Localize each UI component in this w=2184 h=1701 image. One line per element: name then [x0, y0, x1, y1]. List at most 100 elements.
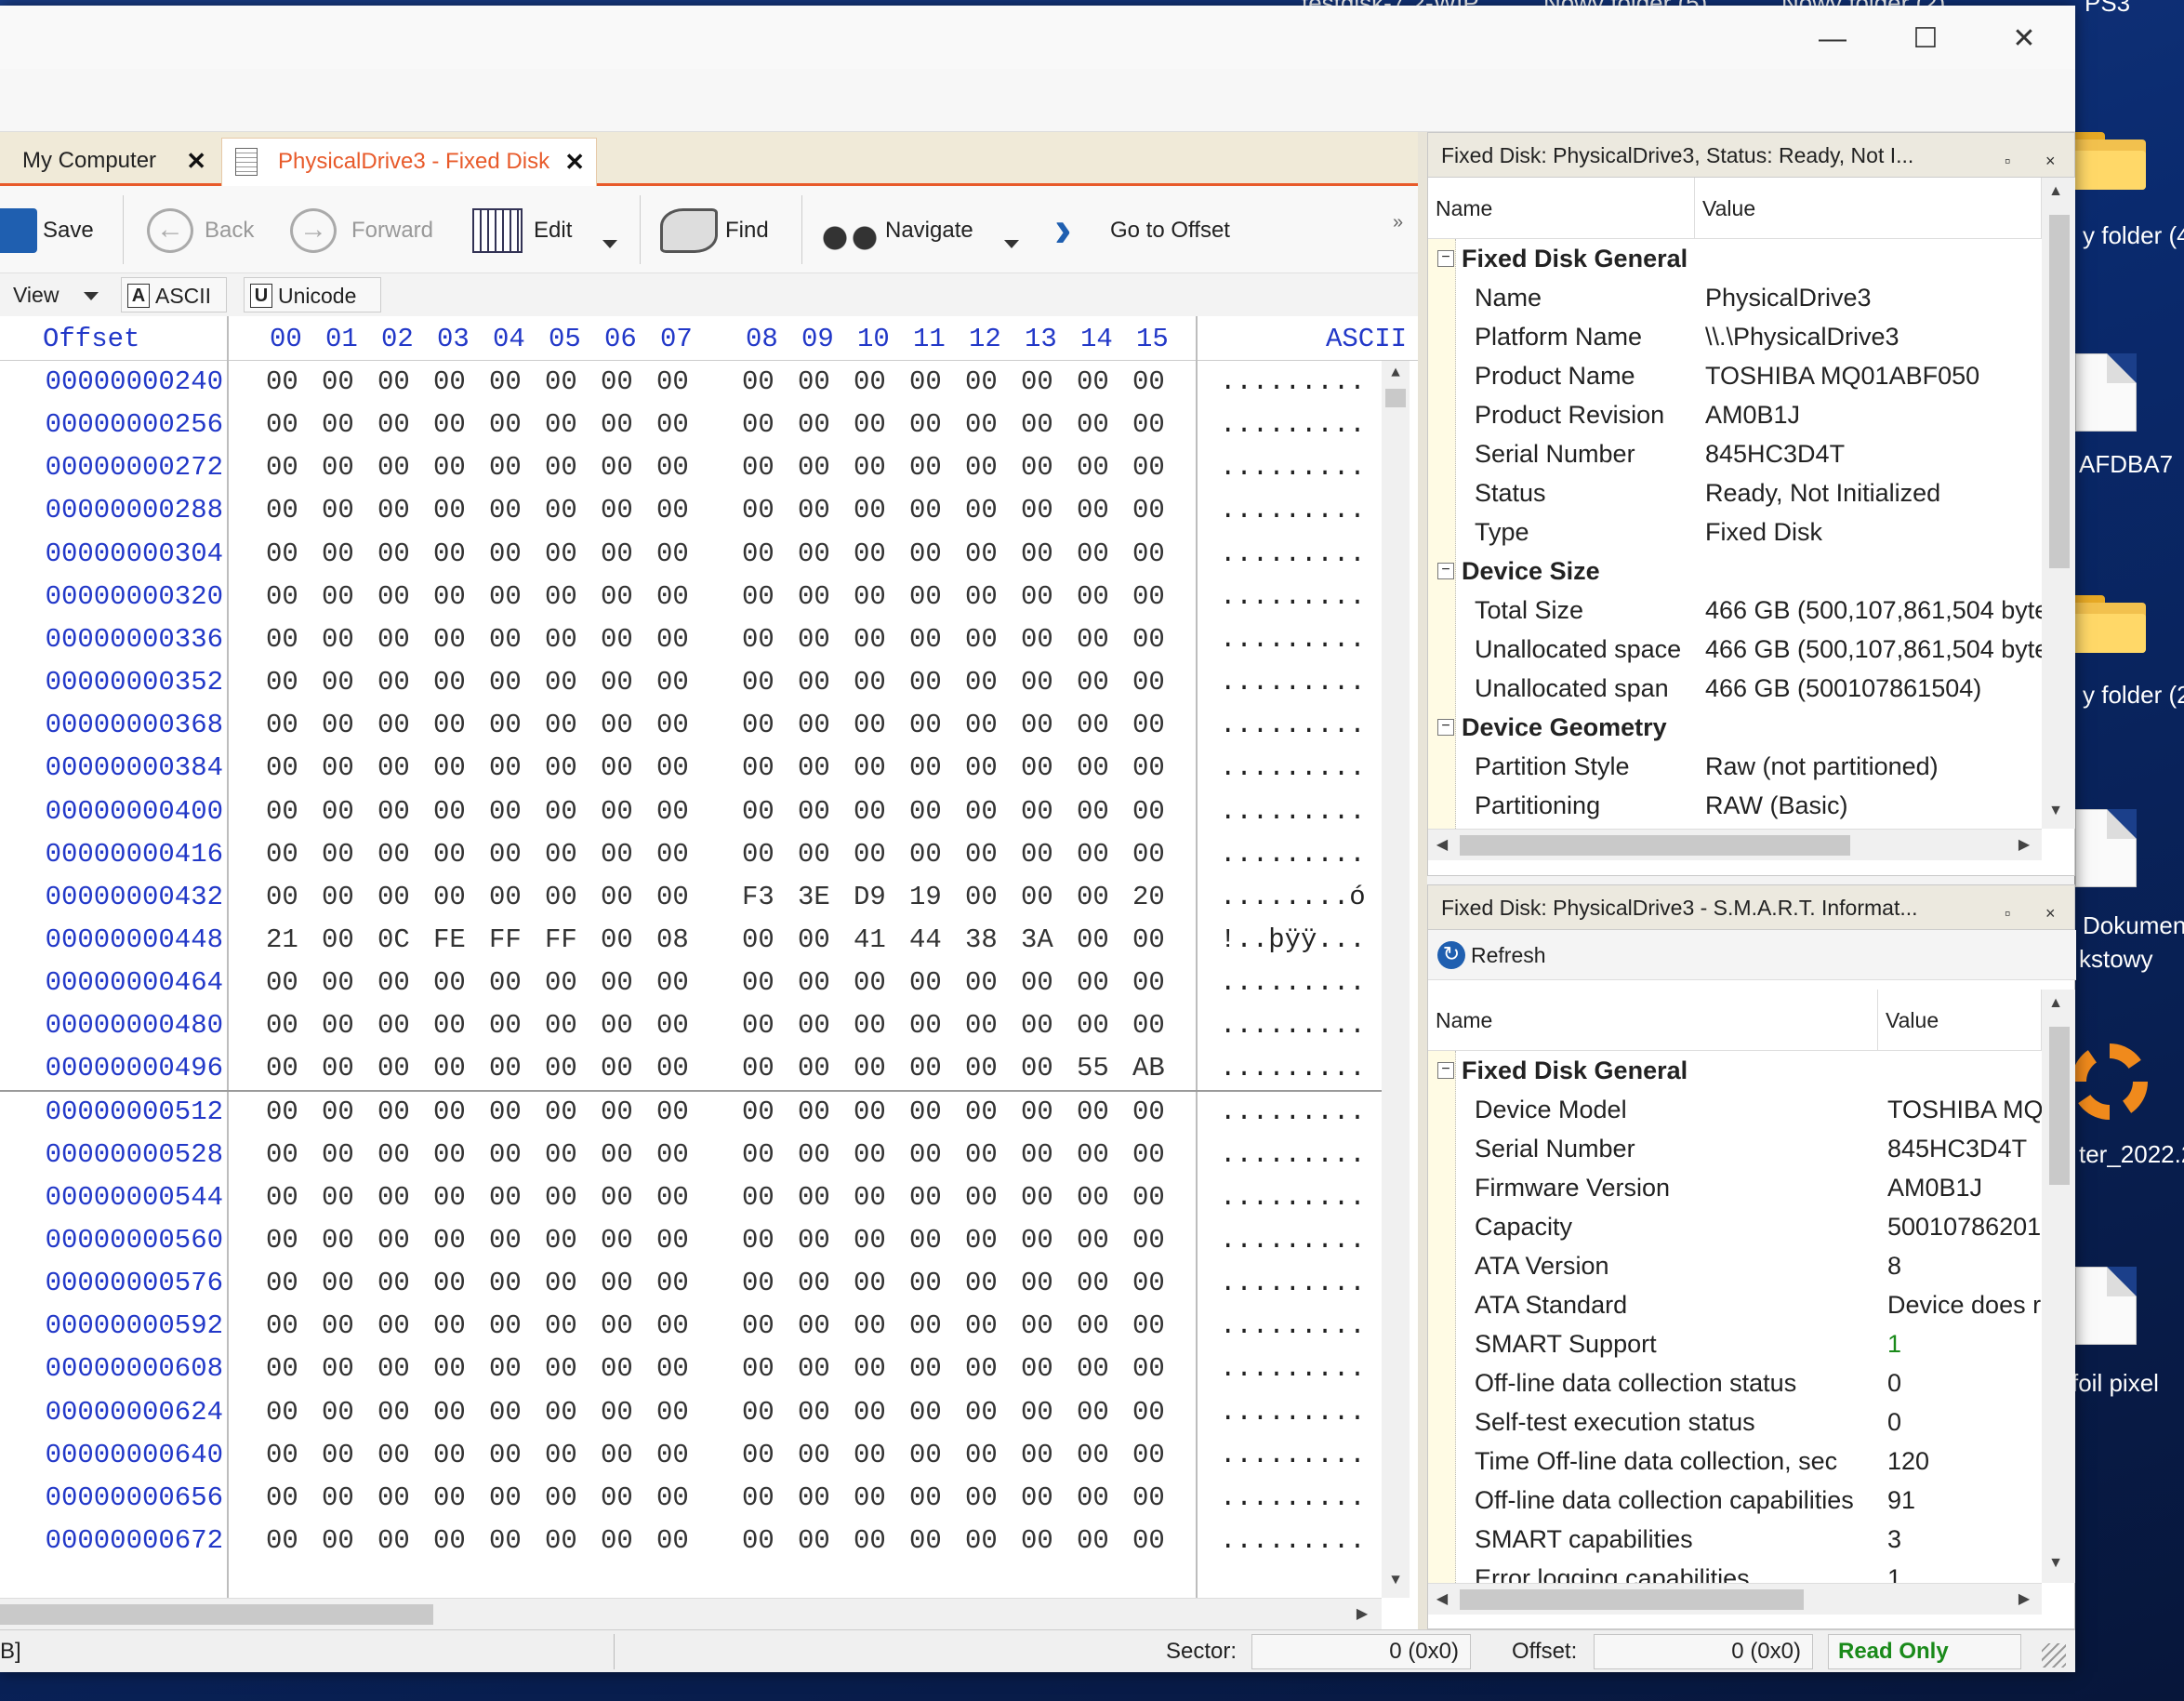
hex-byte[interactable]: 00 [909, 1176, 942, 1219]
hex-row[interactable]: 00000000544 00 00 00 00 00 00 00 00 00 00 00 00 00 00 0… [0, 1176, 1385, 1219]
close-tab-icon[interactable]: ✕ [564, 139, 585, 185]
hex-byte[interactable]: 00 [489, 833, 522, 876]
hex-byte[interactable]: 00 [322, 446, 354, 489]
hex-byte[interactable]: 00 [656, 1305, 689, 1348]
hex-byte[interactable]: 00 [798, 1219, 830, 1262]
ascii-text[interactable]: ......... [1220, 1305, 1366, 1348]
hex-byte[interactable]: 00 [433, 1305, 466, 1348]
hex-byte[interactable]: 00 [1021, 489, 1053, 532]
hex-byte[interactable]: 00 [1132, 1176, 1165, 1219]
hex-byte[interactable]: 00 [854, 446, 886, 489]
ascii-text[interactable]: ......... [1220, 1176, 1366, 1219]
hex-byte[interactable]: FE [433, 919, 466, 962]
ascii-toggle[interactable]: A ASCII [121, 277, 227, 312]
back-button[interactable]: ← Back [147, 199, 258, 262]
scroll-left-icon[interactable]: ◀ [1428, 1589, 1456, 1608]
hex-byte[interactable]: 00 [433, 1004, 466, 1047]
scroll-left-icon[interactable]: ◀ [1428, 835, 1456, 854]
hex-byte[interactable]: 00 [1021, 1134, 1053, 1176]
hex-byte[interactable]: 00 [1132, 1219, 1165, 1262]
hex-byte[interactable]: 00 [1077, 747, 1109, 790]
hex-byte[interactable]: 00 [377, 1305, 410, 1348]
hex-byte[interactable]: 00 [433, 747, 466, 790]
hex-byte[interactable]: 00 [601, 1091, 633, 1134]
ascii-text[interactable]: !..þÿÿ... [1220, 919, 1366, 962]
hex-byte[interactable]: 00 [1077, 833, 1109, 876]
hex-byte[interactable]: 00 [489, 1219, 522, 1262]
hex-byte[interactable]: 00 [965, 1091, 998, 1134]
hex-byte[interactable]: 00 [433, 876, 466, 919]
hex-byte[interactable]: 00 [489, 1520, 522, 1562]
ascii-text[interactable]: ......... [1220, 704, 1366, 747]
hex-byte[interactable]: 00 [266, 962, 298, 1004]
property-row[interactable]: Error logging capabilities 1 [1428, 1559, 2042, 1583]
hex-row[interactable]: 00000000496 00 00 00 00 00 00 00 00 00 00 00 00 00 00 5… [0, 1047, 1385, 1090]
hex-byte[interactable]: 00 [266, 1348, 298, 1390]
ascii-text[interactable]: ......... [1220, 1477, 1366, 1520]
scroll-up-icon[interactable]: ▲ [2042, 995, 2070, 1012]
hex-byte[interactable]: 21 [266, 919, 298, 962]
hex-byte[interactable]: 00 [742, 489, 774, 532]
collapse-icon[interactable]: − [1437, 563, 1454, 579]
hex-byte[interactable]: 00 [854, 1176, 886, 1219]
hex-byte[interactable]: 00 [545, 1348, 577, 1390]
hex-byte[interactable]: 00 [1132, 1262, 1165, 1305]
hex-byte[interactable]: 00 [656, 1477, 689, 1520]
hex-byte[interactable]: 00 [742, 1176, 774, 1219]
ascii-text[interactable]: ......... [1220, 404, 1366, 446]
hex-byte[interactable]: 00 [545, 1004, 577, 1047]
hex-byte[interactable]: 00 [742, 404, 774, 446]
hex-byte[interactable]: 00 [433, 1477, 466, 1520]
hex-byte[interactable]: 00 [1077, 1091, 1109, 1134]
hex-byte[interactable]: 00 [489, 446, 522, 489]
tab-physicaldrive3[interactable]: PhysicalDrive3 - Fixed Disk ✕ [221, 138, 597, 186]
hex-byte[interactable]: 00 [266, 1391, 298, 1434]
hex-byte[interactable]: 00 [965, 533, 998, 576]
hex-byte[interactable]: 00 [1132, 661, 1165, 704]
hex-byte[interactable]: 00 [965, 747, 998, 790]
scroll-right-icon[interactable]: ▶ [2010, 1589, 2038, 1608]
hex-byte[interactable]: 00 [433, 446, 466, 489]
property-row[interactable]: Serial Number 845HC3D4T [1428, 1129, 2042, 1168]
hex-byte[interactable]: 00 [601, 876, 633, 919]
hex-byte[interactable]: 00 [965, 618, 998, 661]
hex-byte[interactable]: 00 [656, 489, 689, 532]
hex-byte[interactable]: 00 [433, 489, 466, 532]
hex-byte[interactable]: 00 [1077, 446, 1109, 489]
hex-horizontal-scrollbar[interactable]: ▶ [0, 1598, 1382, 1629]
hex-byte[interactable]: 00 [798, 833, 830, 876]
hex-byte[interactable]: 00 [1021, 747, 1053, 790]
scroll-up-icon[interactable]: ▲ [1382, 365, 1410, 381]
close-tab-icon[interactable]: ✕ [186, 138, 206, 184]
hex-byte[interactable]: 00 [1132, 1004, 1165, 1047]
hex-byte[interactable]: 00 [798, 576, 830, 618]
hex-byte[interactable]: 00 [742, 576, 774, 618]
hex-byte[interactable]: 00 [656, 404, 689, 446]
hex-byte[interactable]: 00 [545, 704, 577, 747]
hex-row[interactable]: 00000000256 00 00 00 00 00 00 00 00 00 00 00 00 00 00 0… [0, 404, 1385, 446]
hex-byte[interactable]: 00 [377, 1477, 410, 1520]
hex-byte[interactable]: 00 [1077, 704, 1109, 747]
hex-byte[interactable]: 00 [322, 1219, 354, 1262]
hex-byte[interactable]: 00 [545, 791, 577, 833]
hex-byte[interactable]: 00 [377, 962, 410, 1004]
hex-byte[interactable]: 00 [909, 791, 942, 833]
hex-byte[interactable]: 00 [1021, 1477, 1053, 1520]
hex-byte[interactable]: 00 [489, 1134, 522, 1176]
hex-byte[interactable]: 00 [798, 533, 830, 576]
hex-byte[interactable]: 00 [433, 1348, 466, 1390]
hex-byte[interactable]: 00 [909, 1004, 942, 1047]
hex-byte[interactable]: 00 [909, 1091, 942, 1134]
hex-byte[interactable]: 00 [909, 576, 942, 618]
hex-byte[interactable]: 00 [489, 704, 522, 747]
hex-byte[interactable]: 00 [322, 1434, 354, 1477]
hex-byte[interactable]: 00 [322, 618, 354, 661]
property-row[interactable]: Off-line data collection capabilities 91 [1428, 1481, 2042, 1520]
hex-byte[interactable]: 00 [854, 489, 886, 532]
hex-byte[interactable]: 3E [798, 876, 830, 919]
properties-vertical-scrollbar[interactable]: ▲ ▼ [2042, 178, 2075, 829]
minimize-button[interactable]: — [1800, 15, 1865, 63]
hex-byte[interactable]: 00 [656, 1348, 689, 1390]
hex-row[interactable]: 00000000560 00 00 00 00 00 00 00 00 00 00 00 00 00 00 0… [0, 1219, 1385, 1262]
go-to-offset-button[interactable]: › Go to Offset [1054, 199, 1259, 262]
